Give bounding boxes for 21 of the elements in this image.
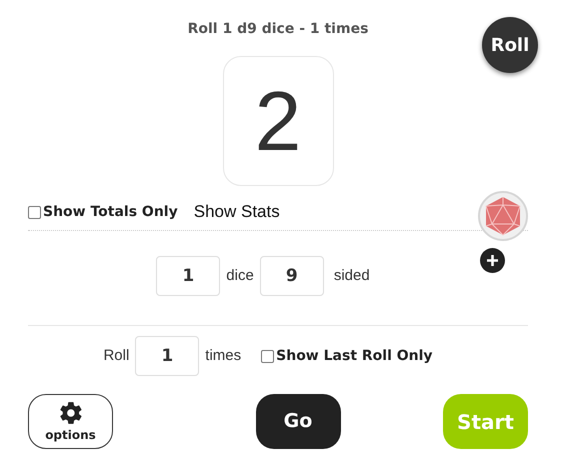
dice-label: dice xyxy=(226,266,254,286)
dice-type-button[interactable] xyxy=(478,191,528,241)
options-button[interactable]: options xyxy=(28,394,113,449)
roll-label: Roll xyxy=(103,346,130,366)
checkbox-label: Show Last Roll Only xyxy=(276,346,433,366)
sided-label: sided xyxy=(334,266,370,286)
checkbox[interactable] xyxy=(28,206,41,218)
roll-button[interactable]: Roll xyxy=(482,17,538,73)
add-icon[interactable] xyxy=(480,248,505,273)
checkbox-label: Show Totals Only xyxy=(43,202,178,222)
gear-icon xyxy=(58,400,84,426)
sides-field[interactable]: 9 xyxy=(260,256,324,296)
times-field[interactable]: 1 xyxy=(135,336,200,376)
die-result: 2 xyxy=(222,56,334,186)
show-stats-link[interactable]: Show Stats xyxy=(194,199,280,225)
go-button[interactable]: Go xyxy=(256,394,340,449)
dice-count-field[interactable]: 1 xyxy=(156,256,220,296)
times-label: times xyxy=(205,346,242,366)
roll-summary: Roll 1 d9 dice - 1 times xyxy=(188,20,368,39)
checkbox[interactable] xyxy=(261,350,274,362)
d20-icon xyxy=(484,196,522,236)
